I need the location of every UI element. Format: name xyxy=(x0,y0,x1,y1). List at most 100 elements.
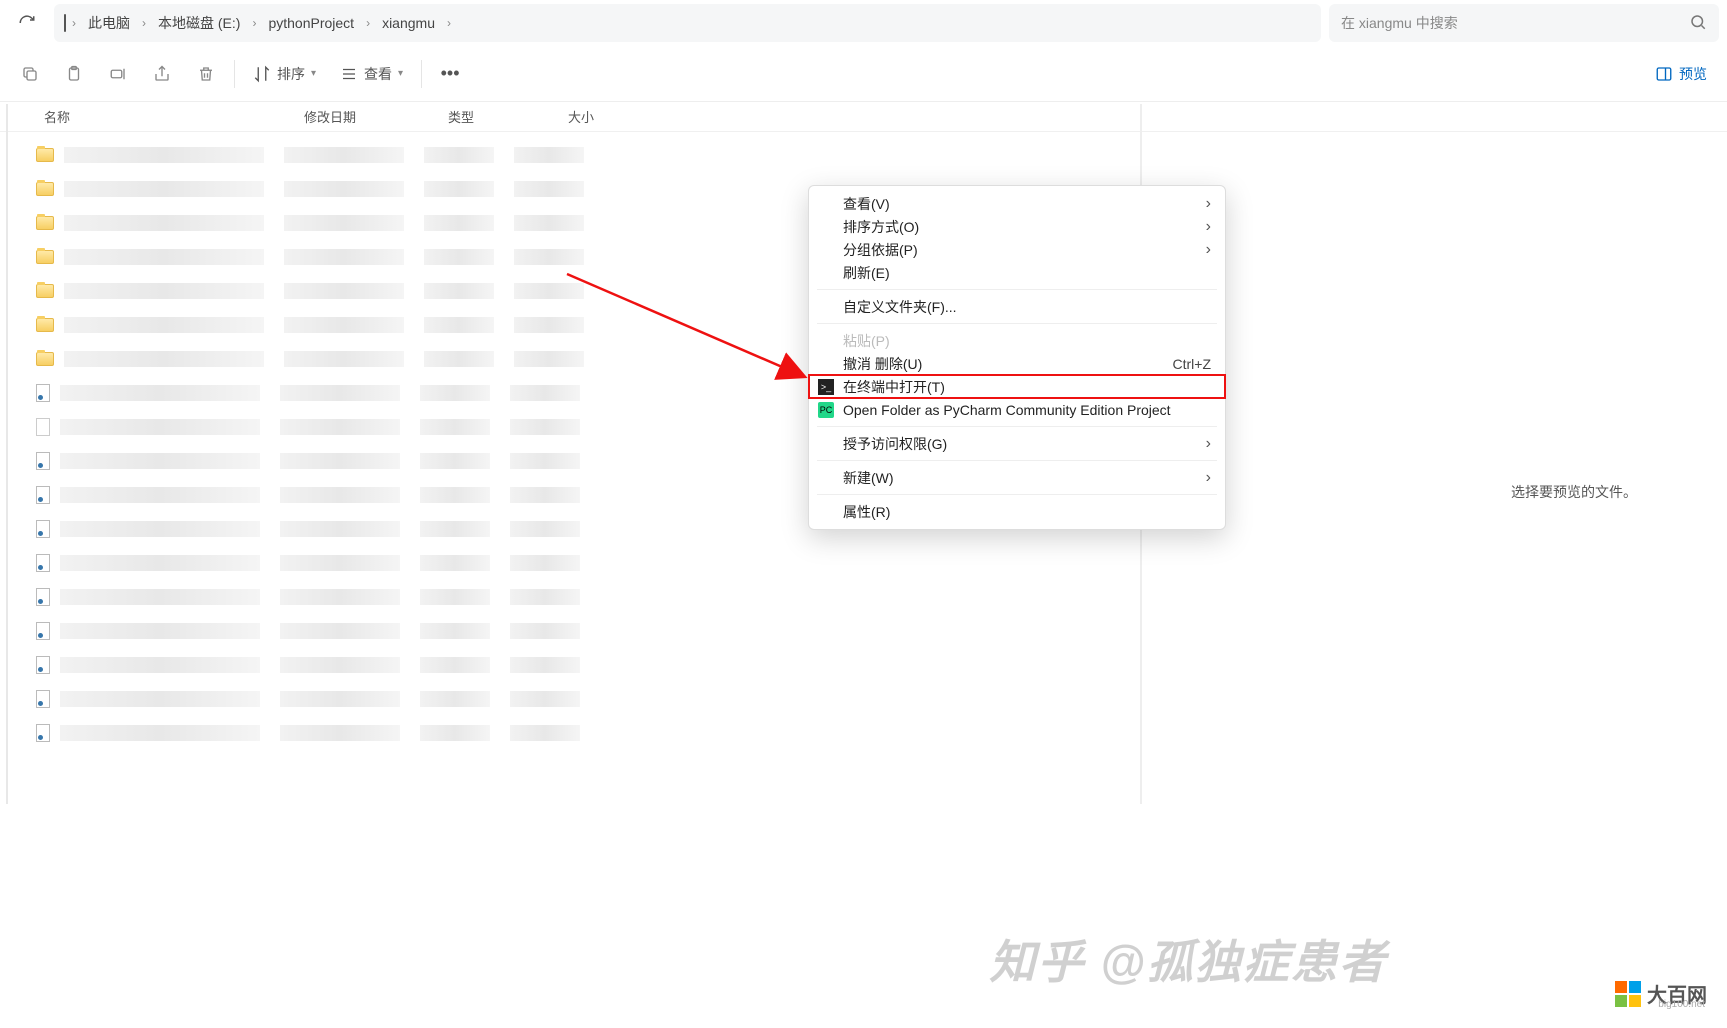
chevron-right-icon: › xyxy=(364,16,372,30)
redacted-cell xyxy=(514,147,584,163)
delete-button[interactable] xyxy=(184,54,228,94)
ctx-open-terminal[interactable]: >_在终端中打开(T) xyxy=(809,375,1225,398)
copy-button[interactable] xyxy=(8,54,52,94)
redacted-cell xyxy=(60,385,260,401)
ctx-open-pycharm[interactable]: PCOpen Folder as PyCharm Community Editi… xyxy=(809,398,1225,421)
ctx-undo-delete[interactable]: 撤消 删除(U)Ctrl+Z xyxy=(809,352,1225,375)
python-file-icon xyxy=(36,486,50,504)
paste-button[interactable] xyxy=(52,54,96,94)
redacted-cell xyxy=(510,419,580,435)
list-item[interactable] xyxy=(36,682,1727,716)
redacted-cell xyxy=(64,249,264,265)
ctx-custom-folder[interactable]: 自定义文件夹(F)... xyxy=(809,295,1225,318)
redacted-cell xyxy=(424,147,494,163)
redacted-cell xyxy=(424,249,494,265)
pc-icon xyxy=(64,15,66,31)
redacted-cell xyxy=(280,453,400,469)
col-type[interactable]: 类型 xyxy=(448,107,568,126)
redacted-cell xyxy=(280,589,400,605)
list-item[interactable] xyxy=(36,138,1727,172)
ctx-view[interactable]: 查看(V) xyxy=(809,192,1225,215)
redacted-cell xyxy=(510,725,580,741)
folder-icon xyxy=(36,284,54,298)
redacted-cell xyxy=(60,623,260,639)
redacted-cell xyxy=(510,487,580,503)
view-dropdown[interactable]: 查看 ▾ xyxy=(328,54,415,94)
col-date[interactable]: 修改日期 xyxy=(304,107,448,126)
python-file-icon xyxy=(36,690,50,708)
ctx-grant-access[interactable]: 授予访问权限(G) xyxy=(809,432,1225,455)
terminal-icon: >_ xyxy=(818,379,834,395)
redacted-cell xyxy=(284,181,404,197)
redacted-cell xyxy=(420,555,490,571)
folder-icon xyxy=(36,216,54,230)
redacted-cell xyxy=(284,317,404,333)
python-file-icon xyxy=(36,554,50,572)
redacted-cell xyxy=(280,521,400,537)
list-item[interactable] xyxy=(36,614,1727,648)
python-file-icon xyxy=(36,384,50,402)
list-item[interactable] xyxy=(36,546,1727,580)
share-button[interactable] xyxy=(140,54,184,94)
redacted-cell xyxy=(510,385,580,401)
list-item[interactable] xyxy=(36,716,1727,750)
redacted-cell xyxy=(60,521,260,537)
redacted-cell xyxy=(420,589,490,605)
ctx-group[interactable]: 分组依据(P) xyxy=(809,238,1225,261)
folder-icon xyxy=(36,148,54,162)
breadcrumb-seg-2[interactable]: pythonProject xyxy=(262,11,360,35)
redacted-cell xyxy=(510,521,580,537)
ctx-undo-shortcut: Ctrl+Z xyxy=(1173,356,1212,372)
redacted-cell xyxy=(280,691,400,707)
redacted-cell xyxy=(280,725,400,741)
toolbar: 排序 ▾ 查看 ▾ ••• 预览 xyxy=(0,46,1727,102)
breadcrumb[interactable]: › 此电脑 › 本地磁盘 (E:) › pythonProject › xian… xyxy=(54,4,1321,42)
breadcrumb-seg-0[interactable]: 此电脑 xyxy=(82,9,136,37)
redacted-cell xyxy=(280,555,400,571)
redacted-cell xyxy=(284,249,404,265)
redacted-cell xyxy=(60,589,260,605)
redacted-cell xyxy=(64,215,264,231)
sort-dropdown[interactable]: 排序 ▾ xyxy=(241,54,328,94)
folder-icon xyxy=(36,182,54,196)
folder-icon xyxy=(36,318,54,332)
watermark-zhihu: 知乎 @孤独症患者 xyxy=(989,926,1387,992)
redacted-cell xyxy=(280,487,400,503)
more-button[interactable]: ••• xyxy=(428,54,472,94)
redacted-cell xyxy=(514,283,584,299)
redacted-cell xyxy=(510,453,580,469)
redacted-cell xyxy=(280,623,400,639)
list-item[interactable] xyxy=(36,648,1727,682)
python-file-icon xyxy=(36,656,50,674)
list-item[interactable] xyxy=(36,580,1727,614)
python-file-icon xyxy=(36,724,50,742)
search-input[interactable]: 在 xiangmu 中搜索 xyxy=(1329,4,1719,42)
ctx-sort[interactable]: 排序方式(O) xyxy=(809,215,1225,238)
redacted-cell xyxy=(420,487,490,503)
file-icon xyxy=(36,418,50,436)
col-name[interactable]: 名称 xyxy=(44,107,304,126)
redacted-cell xyxy=(60,419,260,435)
ctx-properties[interactable]: 属性(R) xyxy=(809,500,1225,523)
redacted-cell xyxy=(280,657,400,673)
col-size[interactable]: 大小 xyxy=(568,107,648,126)
redacted-cell xyxy=(514,351,584,367)
breadcrumb-seg-1[interactable]: 本地磁盘 (E:) xyxy=(152,9,246,37)
folder-icon xyxy=(36,250,54,264)
chevron-down-icon: ▾ xyxy=(311,68,316,79)
redacted-cell xyxy=(280,419,400,435)
redacted-cell xyxy=(60,657,260,673)
chevron-right-icon: › xyxy=(250,16,258,30)
ctx-refresh[interactable]: 刷新(E) xyxy=(809,261,1225,284)
redacted-cell xyxy=(424,215,494,231)
rename-button[interactable] xyxy=(96,54,140,94)
redacted-cell xyxy=(60,453,260,469)
ctx-new[interactable]: 新建(W) xyxy=(809,466,1225,489)
preview-toggle[interactable]: 预览 xyxy=(1643,54,1719,94)
chevron-right-icon: › xyxy=(70,16,78,30)
chevron-right-icon: › xyxy=(445,16,453,30)
refresh-button[interactable] xyxy=(8,4,46,42)
breadcrumb-seg-3[interactable]: xiangmu xyxy=(376,11,441,35)
redacted-cell xyxy=(424,351,494,367)
search-icon xyxy=(1689,13,1707,34)
